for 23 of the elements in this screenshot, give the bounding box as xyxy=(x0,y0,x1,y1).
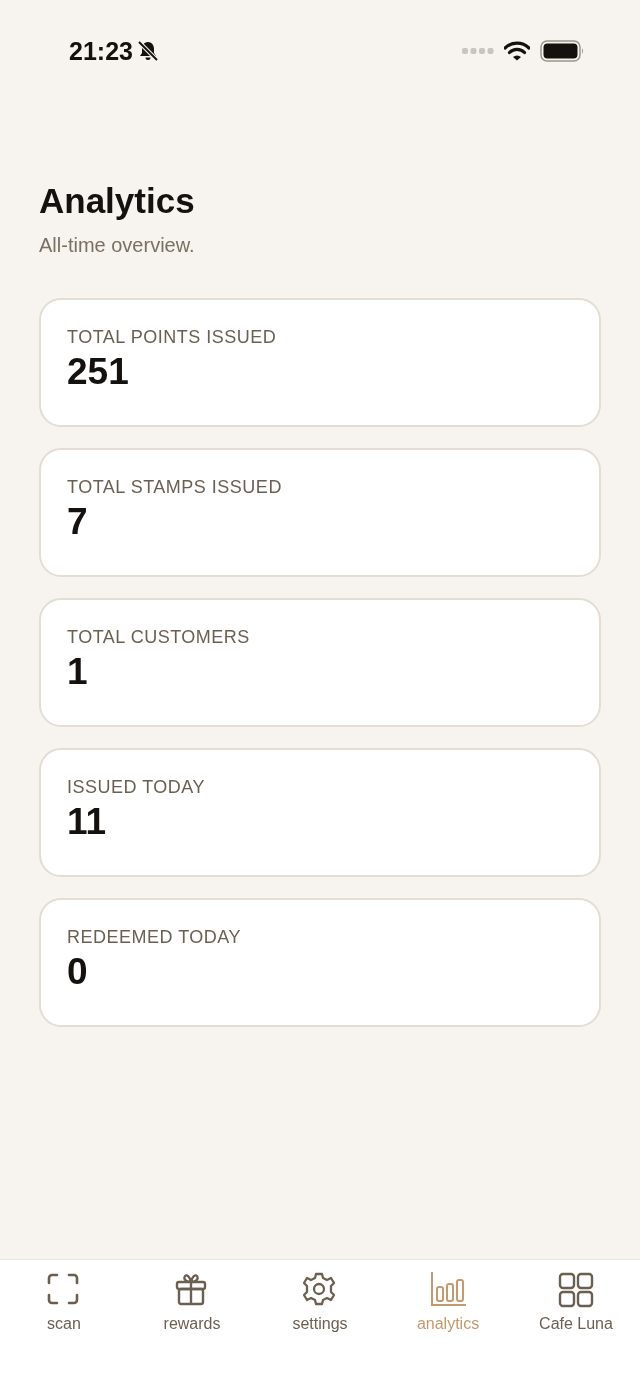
stat-value: 0 xyxy=(67,950,89,994)
stat-label: REDEEMED TODAY xyxy=(67,926,243,948)
page-title: Analytics xyxy=(39,180,196,222)
tab-button[interactable]: settings xyxy=(265,1272,375,1334)
stat-label: TOTAL STAMPS ISSUED xyxy=(67,476,283,498)
stat-value: 11 xyxy=(67,800,108,844)
battery-icon xyxy=(540,40,584,62)
grid-icon xyxy=(558,1272,594,1308)
wifi-icon xyxy=(504,41,530,61)
tab-button[interactable]: rewards xyxy=(137,1272,247,1334)
settings-icon xyxy=(302,1272,338,1308)
tab-button[interactable]: scan xyxy=(9,1272,119,1334)
page-subtitle: All-time overview. xyxy=(39,233,196,258)
signal-icon xyxy=(462,48,494,54)
bar-chart-icon xyxy=(430,1272,466,1308)
stat-label: ISSUED TODAY xyxy=(67,776,207,798)
stat-value: 7 xyxy=(67,500,89,544)
stat-value: 251 xyxy=(67,350,130,394)
stat-value: 1 xyxy=(67,650,89,694)
stat-label: TOTAL POINTS ISSUED xyxy=(67,326,278,348)
tab-button[interactable]: Cafe Luna xyxy=(521,1272,631,1334)
stat-label: TOTAL CUSTOMERS xyxy=(67,626,251,648)
status-time: 21:23 xyxy=(69,36,133,66)
